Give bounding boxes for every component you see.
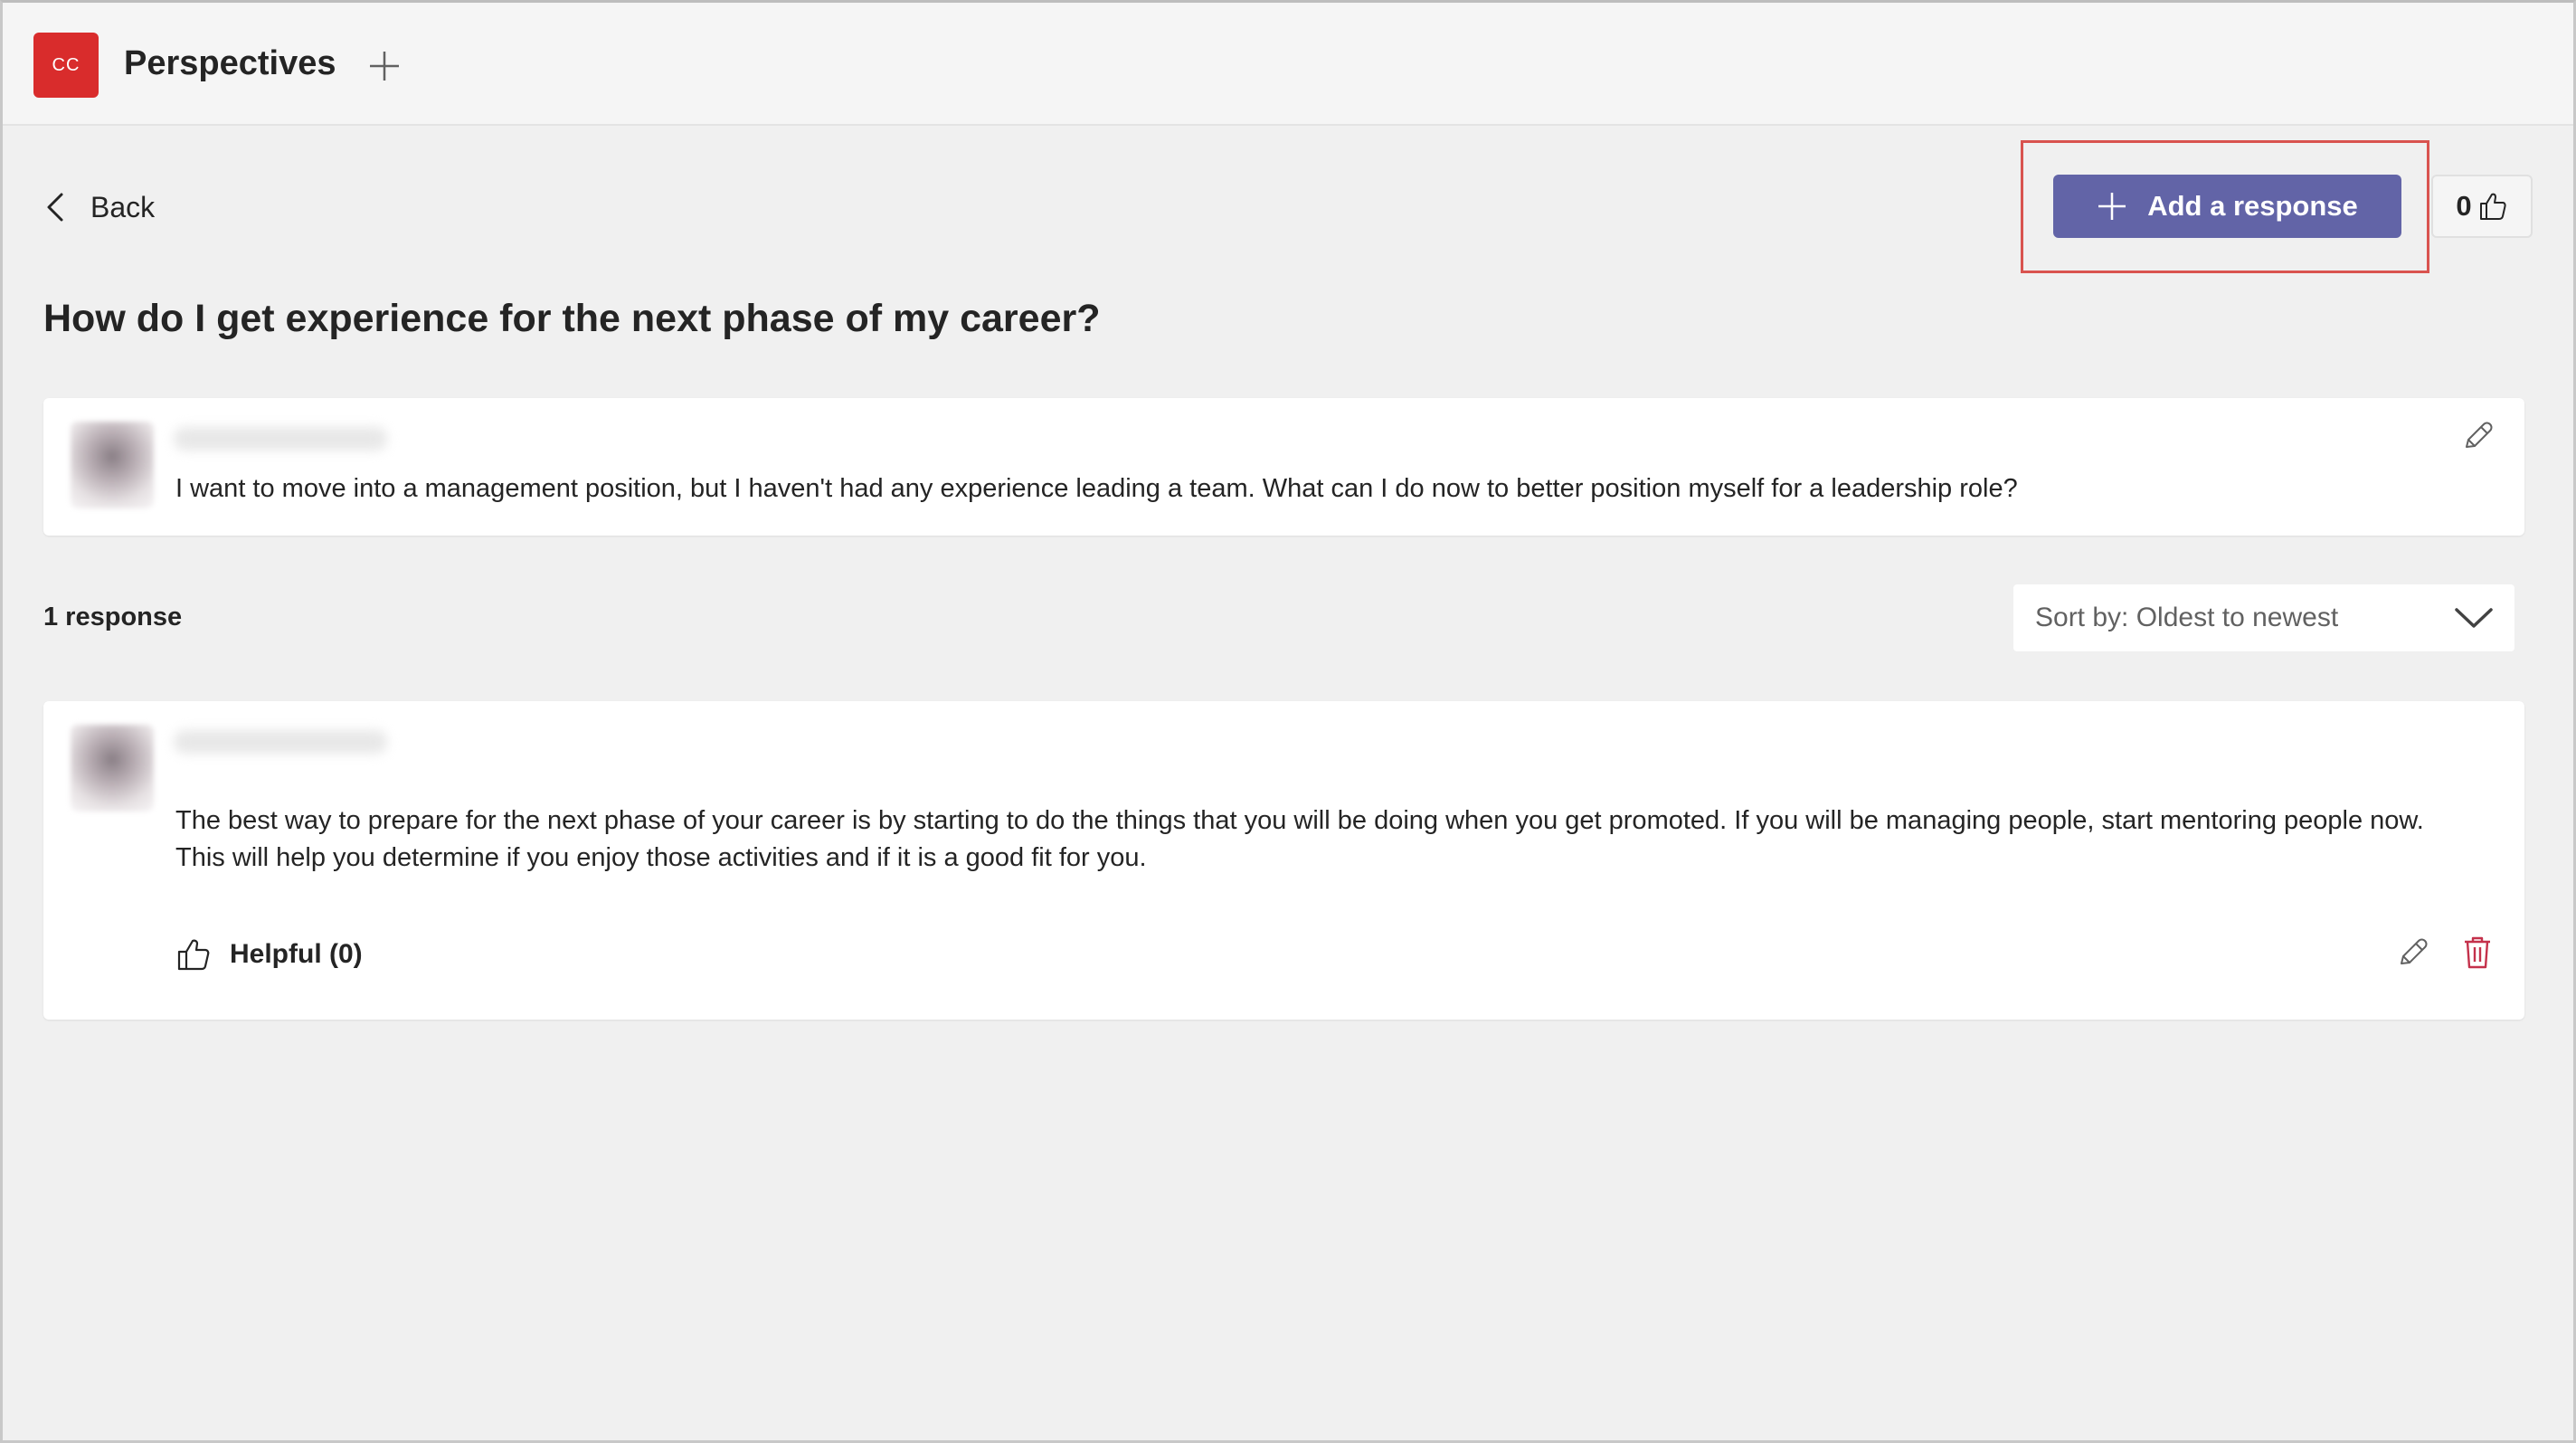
add-response-button[interactable]: Add a response [2053, 175, 2401, 238]
avatar [71, 422, 154, 508]
app-header: CC Perspectives [3, 3, 2573, 126]
helpful-button[interactable]: Helpful (0) [175, 936, 363, 973]
thumbs-up-icon [177, 939, 210, 971]
back-label: Back [90, 190, 156, 223]
add-tab-icon[interactable] [366, 48, 402, 84]
author-name-redacted [174, 730, 387, 754]
sort-dropdown[interactable]: Sort by: Oldest to newest [2013, 584, 2514, 651]
question-body: I want to move into a management positio… [175, 474, 2018, 503]
response-card: The best way to prepare for the next pha… [43, 701, 2524, 1020]
responses-count: 1 response [43, 603, 183, 631]
thumbs-up-icon [2479, 193, 2506, 220]
app-badge: CC [33, 33, 99, 98]
chevron-down-icon [2455, 608, 2493, 628]
avatar [71, 725, 154, 812]
sort-label: Sort by: Oldest to newest [2035, 603, 2339, 632]
helpful-label: Helpful (0) [230, 939, 363, 969]
chevron-left-icon [47, 193, 63, 222]
delete-icon[interactable] [2459, 935, 2496, 971]
add-response-label: Add a response [2147, 190, 2358, 222]
edit-icon[interactable] [2459, 418, 2496, 454]
like-count: 0 [2456, 190, 2472, 222]
plus-icon [2098, 193, 2126, 220]
like-question-button[interactable]: 0 [2431, 175, 2533, 238]
author-name-redacted [174, 427, 387, 451]
back-button[interactable]: Back [43, 186, 155, 228]
page-title: How do I get experience for the next pha… [43, 297, 1101, 340]
response-body: The best way to prepare for the next pha… [175, 806, 2424, 872]
app-title: Perspectives [124, 44, 336, 82]
question-card: I want to move into a management positio… [43, 398, 2524, 536]
edit-icon[interactable] [2394, 935, 2430, 971]
